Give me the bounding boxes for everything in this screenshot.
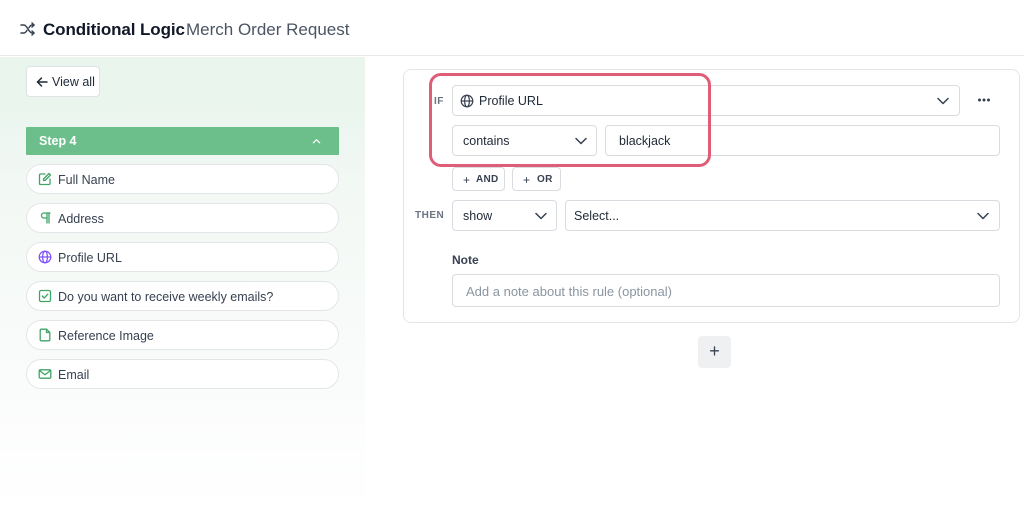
more-options-icon[interactable] bbox=[975, 92, 993, 108]
sidebar-field-label: Address bbox=[58, 212, 104, 226]
view-all-label: View all bbox=[52, 75, 95, 89]
chevron-down-icon bbox=[535, 212, 547, 220]
chevron-down-icon bbox=[937, 97, 949, 105]
step-label: Step 4 bbox=[39, 134, 77, 148]
sidebar-field-label: Do you want to receive weekly emails? bbox=[58, 290, 274, 304]
sidebar-field-profile-url[interactable]: Profile URL bbox=[26, 242, 339, 272]
sidebar-field-reference-image[interactable]: Reference Image bbox=[26, 320, 339, 350]
sidebar-field-full-name[interactable]: Full Name bbox=[26, 164, 339, 194]
step-header[interactable]: Step 4 bbox=[26, 127, 339, 155]
chevron-down-icon bbox=[977, 212, 989, 220]
add-rule-button[interactable]: + bbox=[698, 336, 731, 368]
file-icon bbox=[39, 328, 51, 342]
shuffle-icon bbox=[20, 22, 35, 36]
plus-icon: + bbox=[709, 341, 720, 361]
sidebar-field-label: Email bbox=[58, 368, 90, 382]
sidebar-field-label: Full Name bbox=[58, 173, 115, 187]
chevron-up-icon bbox=[312, 139, 321, 144]
note-label: Note bbox=[452, 253, 479, 267]
checkbox-icon bbox=[38, 289, 52, 303]
view-all-button[interactable]: View all bbox=[26, 66, 100, 97]
target-select[interactable]: Select... bbox=[565, 200, 1000, 231]
edit-icon bbox=[38, 172, 52, 186]
arrow-left-icon bbox=[36, 77, 48, 87]
sidebar-field-label: Reference Image bbox=[58, 329, 154, 343]
form-name: Merch Order Request bbox=[186, 20, 350, 39]
sidebar: View all Step 4 Full Name Address Profil… bbox=[0, 57, 365, 512]
note-input[interactable]: Add a note about this rule (optional) bbox=[452, 274, 1000, 307]
sidebar-field-label: Profile URL bbox=[58, 251, 122, 265]
plus-icon: + bbox=[523, 173, 531, 187]
mail-icon bbox=[38, 369, 52, 379]
page-title: Conditional Logic bbox=[43, 20, 185, 39]
or-label: OR bbox=[537, 174, 553, 185]
then-label: THEN bbox=[415, 210, 445, 221]
globe-icon bbox=[38, 250, 52, 264]
action-select[interactable]: show bbox=[452, 200, 557, 231]
target-placeholder: Select... bbox=[574, 209, 620, 223]
paragraph-icon bbox=[40, 212, 51, 224]
note-placeholder: Add a note about this rule (optional) bbox=[466, 284, 672, 299]
sidebar-field-address[interactable]: Address bbox=[26, 203, 339, 233]
action-value: show bbox=[463, 209, 493, 223]
add-or-button[interactable]: + OR bbox=[512, 167, 561, 191]
header: Conditional Logic Merch Order Request bbox=[0, 0, 1024, 56]
add-and-button[interactable]: + AND bbox=[452, 167, 505, 191]
sidebar-field-weekly-emails[interactable]: Do you want to receive weekly emails? bbox=[26, 281, 339, 311]
plus-icon: + bbox=[463, 173, 471, 187]
sidebar-field-email[interactable]: Email bbox=[26, 359, 339, 389]
highlight-annotation bbox=[429, 73, 711, 167]
and-label: AND bbox=[476, 174, 499, 185]
